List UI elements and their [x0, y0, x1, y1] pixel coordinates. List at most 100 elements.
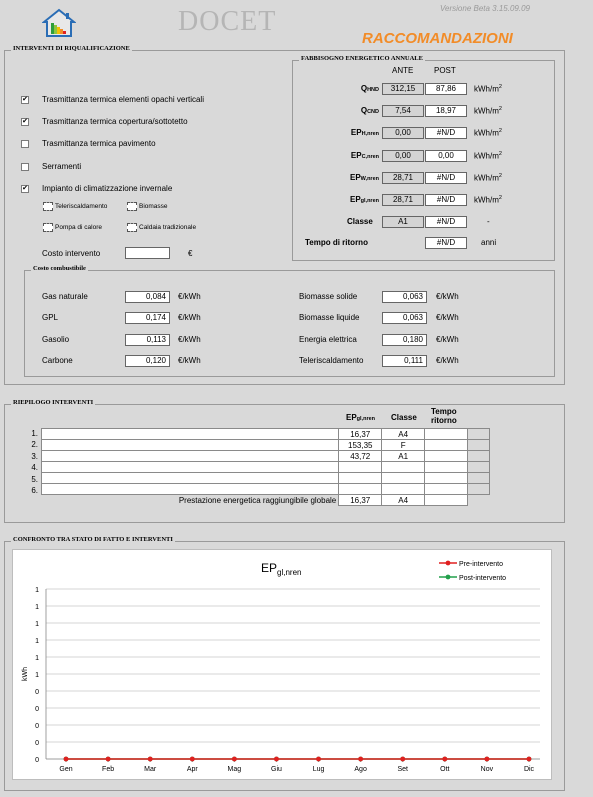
x-tick-label: Gen — [59, 766, 72, 773]
label-opachi-verticali: Trasmittanza termica elementi opachi ver… — [42, 95, 204, 104]
row-action-button[interactable] — [467, 428, 490, 440]
fab-row-ante: 28,71 — [382, 172, 424, 184]
fab-row-label-main: EP — [350, 151, 362, 160]
table-row: 153,35 F — [40, 439, 490, 451]
classe-post: #N/D — [425, 216, 467, 228]
fab-row-label-main: EP — [350, 128, 362, 137]
checkbox-opachi-verticali[interactable]: ✔ — [21, 96, 29, 104]
fab-row-ante: 312,15 — [382, 83, 424, 95]
fab-row-label-sub: W,nren — [360, 176, 379, 182]
intervento-name[interactable] — [40, 428, 340, 440]
fab-row-ante: 0,00 — [382, 127, 424, 139]
classe-unit: - — [487, 217, 490, 226]
fab-row-label: QCND — [345, 106, 379, 115]
checkbox-impianto[interactable]: ✔ — [21, 185, 29, 193]
col-tempo-header: Tempo ritorno — [431, 407, 457, 425]
fuel-cost-input[interactable]: 0,063 — [382, 291, 427, 303]
tempo-ritorno-unit: anni — [481, 238, 497, 247]
fab-row-unit-main: kWh/m — [474, 84, 499, 94]
fab-row-unit-main: kWh/m — [474, 173, 499, 183]
x-tick-label: Lug — [313, 766, 325, 773]
x-tick-label: Ott — [440, 766, 449, 773]
option-biomasse[interactable] — [127, 202, 137, 211]
total-label: Prestazione energetica raggiungibile glo… — [178, 495, 337, 505]
fuel-cost-input[interactable]: 0,120 — [125, 355, 170, 367]
costo-intervento-input[interactable] — [125, 247, 170, 259]
data-point — [526, 756, 532, 762]
x-tick-label: Apr — [187, 766, 199, 773]
checkbox-copertura[interactable]: ✔ — [21, 118, 29, 126]
fab-row-label-sub: H,nren — [361, 131, 379, 137]
fuel-cost-input[interactable]: 0,111 — [382, 355, 427, 367]
data-point — [316, 756, 321, 762]
intervento-classe — [381, 461, 426, 473]
option-pompa-calore[interactable] — [43, 223, 53, 232]
intervento-name[interactable] — [40, 483, 340, 495]
x-tick-label: Mag — [228, 766, 242, 773]
intervento-name[interactable] — [40, 450, 340, 462]
fuel-cost-input[interactable]: 0,113 — [125, 334, 170, 346]
fuel-unit: €/kWh — [436, 313, 459, 322]
intervento-classe — [381, 472, 426, 484]
checkbox-pavimento[interactable] — [21, 140, 29, 148]
fab-row-unit-main: kWh/m — [474, 128, 499, 138]
fab-row-unit: kWh/m2 — [474, 128, 502, 138]
intervento-ep: 43,72 — [338, 450, 383, 462]
fab-row-label: EPgl,nren — [345, 195, 379, 204]
data-point — [189, 756, 195, 762]
fuel-label: Teleriscaldamento — [299, 356, 364, 365]
row-number: 2. — [31, 440, 38, 450]
epgl-chart: EPgl,nren 1 1 1 1 1 1 0 0 0 0 0 kWh Gen Feb Mar Apr Mag Gi… — [22, 560, 540, 773]
legend-entry: Pre-intervento — [459, 561, 503, 568]
fab-row-ante: 7,54 — [382, 105, 424, 117]
x-tick-label: Mar — [144, 766, 157, 773]
col-classe-header: Classe — [391, 413, 417, 422]
intervento-tempo — [424, 472, 468, 484]
x-tick-label: Feb — [102, 766, 114, 773]
row-action-button[interactable] — [467, 439, 490, 451]
row-action-button[interactable] — [467, 483, 490, 495]
costo-intervento-label: Costo intervento — [42, 249, 101, 258]
data-point — [63, 756, 69, 762]
option-caldaia[interactable] — [127, 223, 137, 232]
fuel-cost-input[interactable]: 0,084 — [125, 291, 170, 303]
row-action-button[interactable] — [467, 461, 490, 473]
fab-row-post: #N/D — [425, 194, 467, 206]
fab-row-unit: kWh/m2 — [474, 84, 502, 94]
row-number: 4. — [31, 463, 38, 473]
x-tick-label: Giu — [271, 766, 282, 773]
row-action-button[interactable] — [467, 450, 490, 462]
intervento-name[interactable] — [40, 472, 340, 484]
table-row — [40, 483, 490, 495]
fab-row-post: 18,97 — [425, 105, 467, 117]
data-point — [147, 756, 153, 762]
label-serramenti: Serramenti — [42, 162, 82, 171]
section-title: RACCOMANDAZIONI — [362, 30, 513, 47]
col-post-header: POST — [434, 66, 456, 75]
x-tick-label: Ago — [354, 766, 367, 773]
classe-ante: A1 — [382, 216, 424, 228]
intervento-name[interactable] — [40, 439, 340, 451]
row-action-button[interactable] — [467, 472, 490, 484]
row-number: 1. — [31, 429, 38, 438]
y-tick-label: 1 — [35, 655, 39, 662]
legend-entry: Post-intervento — [459, 575, 506, 582]
fuel-cost-input[interactable]: 0,180 — [382, 334, 427, 346]
fuel-label: Gas naturale — [42, 292, 88, 301]
row-number: 3. — [31, 451, 38, 461]
y-tick-label: 0 — [35, 723, 39, 730]
checkbox-serramenti[interactable] — [21, 163, 29, 171]
fuel-label: Biomasse solide — [299, 292, 358, 301]
fab-row-label-sub: HND — [367, 87, 379, 93]
fuel-cost-input[interactable]: 0,174 — [125, 312, 170, 324]
y-tick-label: 1 — [35, 604, 39, 611]
fab-row-post: #N/D — [425, 127, 467, 139]
label-pavimento: Trasmittanza termica pavimento — [42, 139, 156, 148]
data-point — [400, 756, 406, 762]
fab-row-label: QHND — [345, 84, 379, 93]
y-tick-label: 1 — [35, 672, 39, 679]
intervento-name[interactable] — [40, 461, 340, 473]
intervento-ep: 16,37 — [338, 428, 383, 440]
fuel-cost-input[interactable]: 0,063 — [382, 312, 427, 324]
option-teleriscaldamento[interactable] — [43, 202, 53, 211]
